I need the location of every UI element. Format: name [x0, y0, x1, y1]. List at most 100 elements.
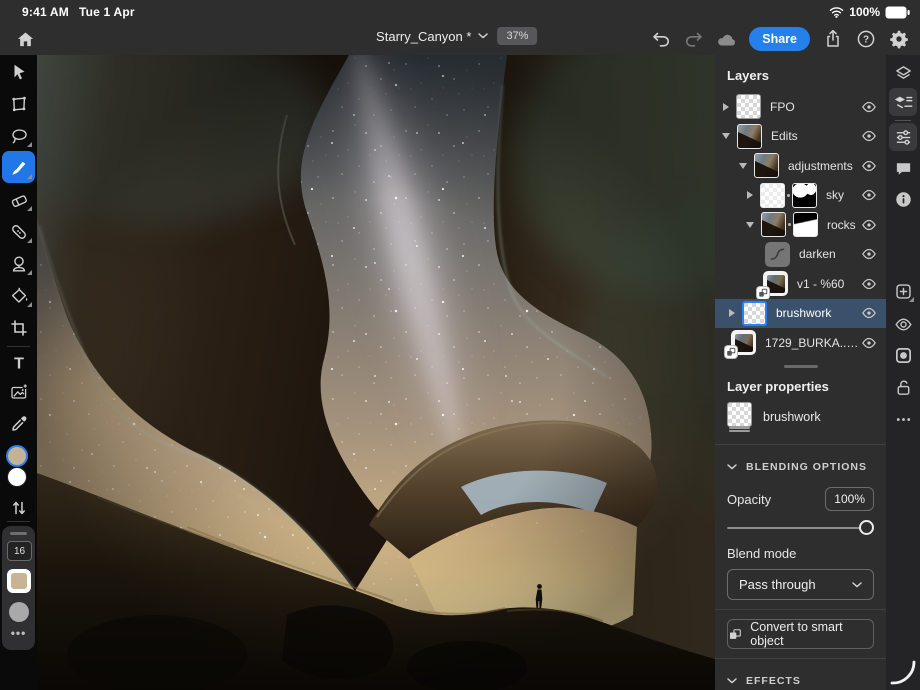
smart-object-badge-icon	[725, 346, 737, 358]
layer-thumbnail[interactable]	[742, 301, 767, 326]
visibility-eye-icon[interactable]	[861, 305, 877, 321]
opacity-value-box[interactable]: 100%	[825, 487, 874, 511]
layer-row-brushwork-selected[interactable]: brushwork	[715, 299, 886, 329]
layer-row-adjustments[interactable]: adjustments	[715, 151, 886, 181]
layers-detail-view-icon[interactable]	[889, 88, 917, 116]
visibility-eye-icon[interactable]	[861, 158, 877, 174]
layer-row-sky[interactable]: sky	[715, 181, 886, 211]
layer-thumbnail[interactable]	[761, 212, 786, 237]
fill-tool-icon[interactable]	[0, 281, 37, 311]
layer-thumbnail[interactable]	[737, 124, 762, 149]
lock-layer-icon[interactable]	[889, 373, 917, 401]
brush-color-chip[interactable]	[7, 569, 31, 593]
expand-arrow-icon[interactable]	[746, 222, 754, 228]
visibility-eye-icon[interactable]	[861, 246, 877, 262]
layer-mask-thumbnail[interactable]	[793, 212, 818, 237]
layer-properties-panel-icon[interactable]	[889, 123, 917, 151]
layer-row-fpo[interactable]: FPO	[715, 92, 886, 122]
swap-colors-icon[interactable]	[0, 493, 37, 523]
effects-label: EFFECTS	[746, 675, 801, 687]
background-color-swatch[interactable]	[7, 467, 27, 487]
transform-tool-icon[interactable]	[0, 89, 37, 119]
settings-gear-button[interactable]	[885, 25, 912, 52]
place-image-tool-icon[interactable]	[0, 377, 37, 407]
layer-mask-thumbnail[interactable]	[792, 183, 817, 208]
expand-arrow-icon[interactable]	[747, 191, 753, 199]
smart-object-thumbnail[interactable]	[731, 330, 756, 355]
blending-options-header[interactable]: BLENDING OPTIONS	[727, 454, 874, 479]
slider-knob[interactable]	[859, 520, 874, 535]
layer-visibility-icon[interactable]	[889, 310, 917, 338]
smart-object-thumbnail[interactable]	[763, 271, 788, 296]
visibility-eye-icon[interactable]	[861, 128, 877, 144]
layer-name: brushwork	[776, 306, 861, 320]
move-tool-icon[interactable]	[0, 57, 37, 87]
layer-thumbnail	[727, 402, 752, 427]
layer-row-darken[interactable]: darken	[715, 240, 886, 270]
layer-row-v1[interactable]: v1 - %60	[715, 269, 886, 299]
visibility-eye-icon[interactable]	[861, 187, 877, 203]
task-rail	[886, 55, 920, 690]
crop-tool-icon[interactable]	[0, 313, 37, 343]
canvas-image[interactable]	[37, 55, 715, 690]
slider-track	[727, 527, 872, 529]
layers-view-icon[interactable]	[889, 59, 917, 87]
convert-to-smart-object-button[interactable]: Convert to smart object	[727, 619, 874, 649]
visibility-eye-icon[interactable]	[861, 99, 877, 115]
layer-row-1729[interactable]: 1729_BURKA...anced-NR33	[715, 328, 886, 358]
add-layer-icon[interactable]	[889, 277, 917, 305]
panel-resize-handle[interactable]	[784, 365, 818, 369]
paint-brush-tool-icon[interactable]	[0, 153, 37, 183]
undo-button[interactable]	[647, 25, 674, 52]
status-time-date: 9:41 AMTue 1 Apr	[22, 5, 135, 19]
more-options-dots[interactable]: •••	[2, 626, 35, 640]
layer-name: darken	[799, 247, 861, 261]
home-button[interactable]	[12, 27, 38, 51]
comments-icon[interactable]	[889, 154, 917, 182]
type-tool-icon[interactable]	[0, 348, 37, 378]
clone-stamp-tool-icon[interactable]	[0, 249, 37, 279]
expand-arrow-icon[interactable]	[722, 133, 730, 139]
healing-brush-tool-icon[interactable]	[0, 217, 37, 247]
visibility-eye-icon[interactable]	[861, 217, 877, 233]
expand-arrow-icon[interactable]	[729, 309, 735, 317]
brush-opacity-chip[interactable]	[9, 602, 29, 622]
layer-row-edits[interactable]: Edits	[715, 122, 886, 152]
convert-button-label: Convert to smart object	[750, 620, 873, 648]
expand-arrow-icon[interactable]	[739, 163, 747, 169]
eyedropper-tool-icon[interactable]	[0, 409, 37, 439]
panel-drag-handle[interactable]	[10, 532, 27, 535]
tool-options-panel: 16 •••	[2, 526, 35, 650]
expand-arrow-icon[interactable]	[723, 103, 729, 111]
redo-button[interactable]	[680, 25, 707, 52]
eraser-tool-icon[interactable]	[0, 185, 37, 215]
layer-thumbnail[interactable]	[760, 183, 785, 208]
layer-row-rocks[interactable]: rocks	[715, 210, 886, 240]
tool-rail: 16 •••	[0, 55, 37, 690]
foreground-color-swatch[interactable]	[6, 445, 28, 467]
share-button[interactable]: Share	[749, 27, 810, 51]
visibility-eye-icon[interactable]	[861, 276, 877, 292]
more-layer-actions-icon[interactable]	[889, 405, 917, 433]
blend-mode-dropdown[interactable]: Pass through	[727, 569, 874, 600]
layers-panel-title: Layers	[715, 55, 886, 92]
lasso-select-tool-icon[interactable]	[0, 121, 37, 151]
brush-size-value[interactable]: 16	[7, 541, 32, 561]
selected-layer-name: brushwork	[763, 410, 821, 424]
visibility-eye-icon[interactable]	[861, 335, 877, 351]
thumbnail-image	[735, 334, 753, 352]
opacity-slider[interactable]	[727, 517, 874, 539]
effects-header[interactable]: EFFECTS	[727, 668, 874, 690]
info-icon[interactable]	[889, 185, 917, 213]
export-button[interactable]	[819, 25, 846, 52]
mask-link-dot	[787, 194, 790, 197]
curves-adjustment-thumbnail[interactable]	[765, 242, 790, 267]
layer-thumbnail[interactable]	[754, 153, 779, 178]
layer-mask-icon[interactable]	[889, 341, 917, 369]
help-button[interactable]	[852, 25, 879, 52]
document-title[interactable]: Starry_Canyon *	[376, 29, 488, 44]
brush-color-inner	[11, 573, 27, 589]
opacity-label: Opacity	[727, 492, 771, 507]
zoom-level-badge[interactable]: 37%	[497, 27, 537, 45]
layer-thumbnail[interactable]	[736, 94, 761, 119]
